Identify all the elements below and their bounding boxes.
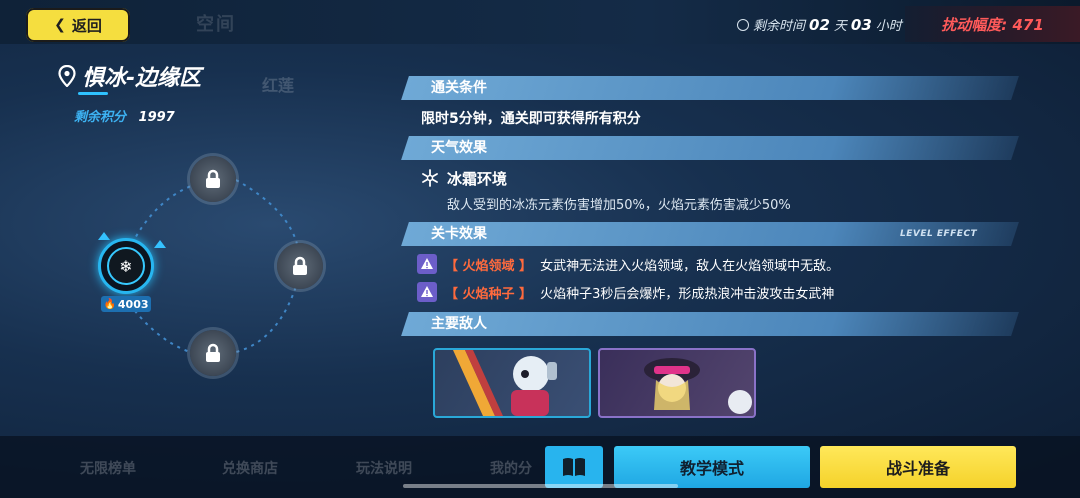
tutorial-mode-button[interactable]: 教学模式 <box>614 446 810 488</box>
effect-text: 女武神无法进入火焰领域，敌人在火焰领域中无敌。 <box>540 258 840 274</box>
flame-icon: 🔥 <box>103 298 116 310</box>
clear-condition-title: 通关条件 <box>431 80 487 96</box>
level-effect-tag: LEVEL EFFECT <box>899 229 977 239</box>
level-effect-row: 【 火焰种子 】 火焰种子3秒后会爆炸，形成热浪冲击波攻击女武神 <box>417 282 834 302</box>
back-label: 返回 <box>71 16 102 35</box>
current-stage-node[interactable]: ❄ <box>98 238 154 294</box>
timer-days: 02 <box>809 16 830 34</box>
disturbance-indicator: 扰动幅度: 471 <box>905 6 1080 42</box>
back-button[interactable]: ❮ 返回 <box>26 8 130 42</box>
chevron-left-icon: ❮ <box>54 17 66 33</box>
bg-menu-mine: 我的分 <box>490 461 532 477</box>
weather-title: 天气效果 <box>431 140 487 156</box>
level-effect-header: 关卡效果 LEVEL EFFECT <box>401 222 1019 246</box>
weather-description: 敌人受到的冰冻元素伤害增加50%，火焰元素伤害减少50% <box>447 198 791 213</box>
bg-menu-help: 玩法说明 <box>356 461 412 477</box>
stage-score-badge: 🔥 4003 <box>101 296 151 312</box>
enemy-portrait-2[interactable] <box>598 348 756 418</box>
lock-icon <box>293 256 307 275</box>
weather-name: 冰霜环境 <box>447 170 508 188</box>
snowflake-icon <box>422 169 438 187</box>
location-title: 惧冰-边缘区 <box>58 60 201 92</box>
stage-detail-panel: 通关条件 限时5分钟，通关即可获得所有积分 天气效果 冰霜环境 敌人受到的冰冻元… <box>401 62 1045 432</box>
timer-days-unit: 天 <box>833 19 847 34</box>
enemies-title: 主要敌人 <box>431 316 487 332</box>
locked-stage-node-right[interactable] <box>277 243 323 289</box>
timer-hours-unit: 小时 <box>875 19 902 34</box>
background-tab-text: 空间 <box>196 14 236 35</box>
clear-condition-header: 通关条件 <box>401 76 1019 100</box>
background-label: 红莲 <box>262 76 295 95</box>
clear-condition-text: 限时5分钟，通关即可获得所有积分 <box>421 111 641 127</box>
battle-prepare-button[interactable]: 战斗准备 <box>820 446 1016 488</box>
clock-icon <box>737 19 749 31</box>
timer-prefix: 剩余时间 <box>753 19 806 34</box>
lock-icon <box>206 169 220 188</box>
locked-stage-node-bottom[interactable] <box>190 330 236 376</box>
location-pin-icon <box>58 65 76 87</box>
effect-tag: 【 火焰领域 】 <box>445 258 533 274</box>
warning-icon <box>417 254 437 274</box>
locked-stage-node-top[interactable] <box>190 156 236 202</box>
remaining-time: 剩余时间 02 天 03 小时 <box>737 15 902 34</box>
effect-tag: 【 火焰种子 】 <box>445 286 533 302</box>
bg-menu-shop: 兑换商店 <box>222 461 278 477</box>
guide-book-button[interactable] <box>545 446 603 488</box>
location-name: 惧冰-边缘区 <box>82 66 202 91</box>
enemies-header: 主要敌人 <box>401 312 1019 336</box>
lock-icon <box>206 343 220 362</box>
level-effect-title: 关卡效果 <box>431 226 487 242</box>
bg-menu-ranking: 无限榜单 <box>80 461 136 477</box>
weather-header: 天气效果 <box>401 136 1019 160</box>
title-underline <box>78 92 108 95</box>
level-effect-row: 【 火焰领域 】 女武神无法进入火焰领域，敌人在火焰领域中无敌。 <box>417 254 839 274</box>
enemy-portrait-1[interactable] <box>433 348 591 418</box>
effect-text: 火焰种子3秒后会爆炸，形成热浪冲击波攻击女武神 <box>540 286 835 302</box>
stage-score-value: 4003 <box>117 297 149 311</box>
home-indicator <box>403 484 678 488</box>
timer-hours: 03 <box>850 16 872 34</box>
snowflake-icon: ❄ <box>107 247 145 285</box>
book-icon <box>563 458 585 476</box>
enemy-avatar-image <box>453 350 557 416</box>
enemy-avatar-image <box>644 358 752 414</box>
warning-icon <box>417 282 437 302</box>
